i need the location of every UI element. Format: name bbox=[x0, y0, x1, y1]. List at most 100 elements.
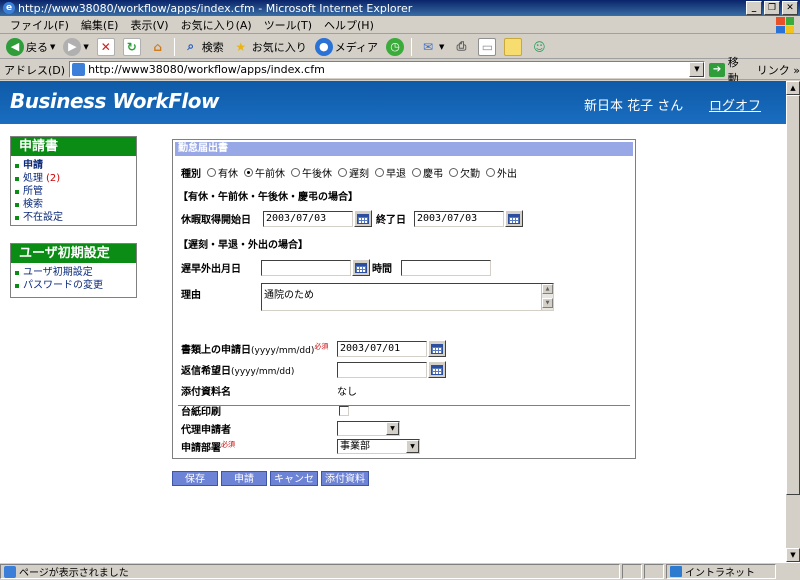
stop-button[interactable]: ✕ bbox=[94, 36, 118, 58]
logout-link[interactable]: ログオフ bbox=[709, 95, 761, 114]
sidebar-item-label[interactable]: 処理 bbox=[23, 172, 43, 185]
calendar-button[interactable] bbox=[505, 210, 523, 227]
go-arrow-icon: ➔ bbox=[709, 62, 725, 77]
calendar-button[interactable] bbox=[352, 259, 370, 276]
scroll-up-icon[interactable]: ▲ bbox=[786, 81, 800, 95]
minimize-button[interactable]: _ bbox=[746, 1, 762, 15]
scroll-down-icon[interactable]: ▼ bbox=[786, 548, 800, 562]
discuss-button[interactable] bbox=[501, 36, 525, 58]
sidebar-item-user-settings[interactable]: ユーザ初期設定 bbox=[15, 266, 132, 279]
reason-textarea[interactable]: 通院のため ▲ ▼ bbox=[261, 283, 554, 311]
bullet-icon bbox=[15, 270, 19, 275]
radio-label: 遅刻 bbox=[349, 169, 369, 180]
sidebar-item-password[interactable]: パスワードの変更 bbox=[15, 279, 132, 292]
reply-date-input[interactable] bbox=[337, 361, 427, 378]
dept-select[interactable]: 事業部 ▼ bbox=[337, 439, 420, 454]
radio-paid-leave[interactable]: 有休 bbox=[207, 165, 238, 180]
radio-late[interactable]: 遅刻 bbox=[338, 165, 369, 180]
mail-button[interactable]: ✉ ▼ bbox=[416, 36, 447, 58]
back-arrow-icon: ◀ bbox=[6, 37, 24, 56]
scroll-thumb[interactable] bbox=[786, 95, 800, 495]
history-button[interactable]: ◷ bbox=[383, 36, 407, 58]
search-button[interactable]: ⌕ 検索 bbox=[179, 36, 227, 58]
menu-tools[interactable]: ツール(T) bbox=[258, 17, 318, 33]
sidebar-item-apply[interactable]: 申請 bbox=[15, 159, 132, 172]
sidebar-item-label[interactable]: 検索 bbox=[23, 198, 43, 211]
search-label: 検索 bbox=[201, 40, 224, 54]
favorites-button[interactable]: ★ お気に入り bbox=[229, 36, 310, 58]
back-button[interactable]: ◀ 戻る ▼ bbox=[3, 36, 58, 58]
scroll-up-icon[interactable]: ▲ bbox=[542, 284, 553, 294]
sidebar-item-label[interactable]: 所管 bbox=[23, 185, 43, 198]
leave-start-input[interactable]: 2003/07/03 bbox=[263, 210, 353, 227]
calendar-button[interactable] bbox=[428, 340, 446, 357]
radio-morning-off[interactable]: 午前休 bbox=[244, 165, 285, 180]
sidebar-item-process[interactable]: 処理 (2) bbox=[15, 172, 132, 185]
forward-button[interactable]: ▶ ▼ bbox=[60, 36, 91, 58]
menu-view[interactable]: 表示(V) bbox=[124, 17, 174, 33]
leave-end-input[interactable]: 2003/07/03 bbox=[414, 210, 504, 227]
sidebar-item-search[interactable]: 検索 bbox=[15, 198, 132, 211]
page-scrollbar[interactable]: ▲ ▼ bbox=[786, 81, 800, 562]
mail-icon: ✉ bbox=[422, 39, 434, 54]
radio-early-leave[interactable]: 早退 bbox=[375, 165, 406, 180]
ie-icon: e bbox=[3, 2, 15, 14]
menu-help[interactable]: ヘルプ(H) bbox=[318, 17, 380, 33]
radio-button[interactable] bbox=[486, 168, 495, 177]
radio-button[interactable] bbox=[449, 168, 458, 177]
menu-favorites[interactable]: お気に入り(A) bbox=[175, 17, 258, 33]
status-bar: ページが表示されました イントラネット bbox=[0, 562, 800, 580]
menu-edit[interactable]: 編集(E) bbox=[75, 17, 125, 33]
form-title: 勤怠届出書 bbox=[175, 142, 633, 156]
radio-afternoon-off[interactable]: 午後休 bbox=[291, 165, 332, 180]
sidebar-item-label[interactable]: 不在設定 bbox=[23, 211, 63, 224]
dept-label: 申請部署 bbox=[181, 443, 221, 454]
radio-button[interactable] bbox=[207, 168, 216, 177]
restore-button[interactable]: ❐ bbox=[764, 1, 780, 15]
radio-button[interactable] bbox=[244, 168, 253, 177]
links-button[interactable]: リンク » bbox=[757, 62, 800, 78]
address-dropdown-icon[interactable]: ▼ bbox=[689, 62, 705, 77]
radio-label: 有休 bbox=[218, 169, 238, 180]
radio-outing[interactable]: 外出 bbox=[486, 165, 517, 180]
sidebar-item-absence[interactable]: 不在設定 bbox=[15, 211, 132, 224]
radio-button[interactable] bbox=[375, 168, 384, 177]
radio-button[interactable] bbox=[412, 168, 421, 177]
refresh-button[interactable]: ↻ bbox=[120, 36, 144, 58]
home-button[interactable]: ⌂ bbox=[146, 36, 170, 58]
back-dropdown-icon: ▼ bbox=[50, 42, 56, 51]
calendar-button[interactable] bbox=[354, 210, 372, 227]
sidebar-item-label[interactable]: 申請 bbox=[23, 159, 43, 172]
cancel-button[interactable]: キャンセル bbox=[270, 471, 318, 500]
media-button[interactable]: ● メディア bbox=[312, 36, 381, 58]
radio-label: 慶弔 bbox=[423, 169, 443, 180]
time-input[interactable] bbox=[401, 259, 491, 276]
textarea-scrollbar[interactable]: ▲ ▼ bbox=[541, 284, 553, 310]
late-date-input[interactable] bbox=[261, 259, 351, 276]
address-input[interactable]: http://www38080/workflow/apps/index.cfm … bbox=[69, 61, 706, 78]
print-checkbox[interactable] bbox=[339, 405, 349, 416]
menu-file[interactable]: ファイル(F) bbox=[4, 17, 75, 33]
save-button[interactable]: 保存 bbox=[172, 471, 218, 486]
calendar-button[interactable] bbox=[428, 361, 446, 378]
close-button[interactable]: ✕ bbox=[782, 1, 798, 15]
submit-button[interactable]: 申請 bbox=[221, 471, 267, 486]
apply-date-input[interactable]: 2003/07/01 bbox=[337, 340, 427, 357]
sidebar-item-jurisdiction[interactable]: 所管 bbox=[15, 185, 132, 198]
sidebar-item-label[interactable]: パスワードの変更 bbox=[23, 279, 103, 292]
scroll-down-icon[interactable]: ▼ bbox=[542, 298, 553, 308]
radio-absence[interactable]: 欠勤 bbox=[449, 165, 480, 180]
bullet-icon bbox=[15, 283, 19, 288]
radio-condolence[interactable]: 慶弔 bbox=[412, 165, 443, 180]
messenger-button[interactable]: ☺ bbox=[527, 36, 551, 58]
radio-button[interactable] bbox=[338, 168, 347, 177]
radio-button[interactable] bbox=[291, 168, 300, 177]
print-row: 台紙印刷 bbox=[181, 403, 349, 418]
sidebar-item-label[interactable]: ユーザ初期設定 bbox=[23, 266, 93, 279]
print-button[interactable]: ⎙ bbox=[449, 36, 473, 58]
late-date-row: 遅早外出月日 時間 bbox=[181, 259, 491, 276]
proxy-select[interactable]: ▼ bbox=[337, 421, 400, 436]
edit-button[interactable]: ▭ bbox=[475, 36, 499, 58]
attach-button[interactable]: 添付資料 bbox=[321, 471, 369, 486]
window-title-bar: e http://www38080/workflow/apps/index.cf… bbox=[0, 0, 800, 16]
